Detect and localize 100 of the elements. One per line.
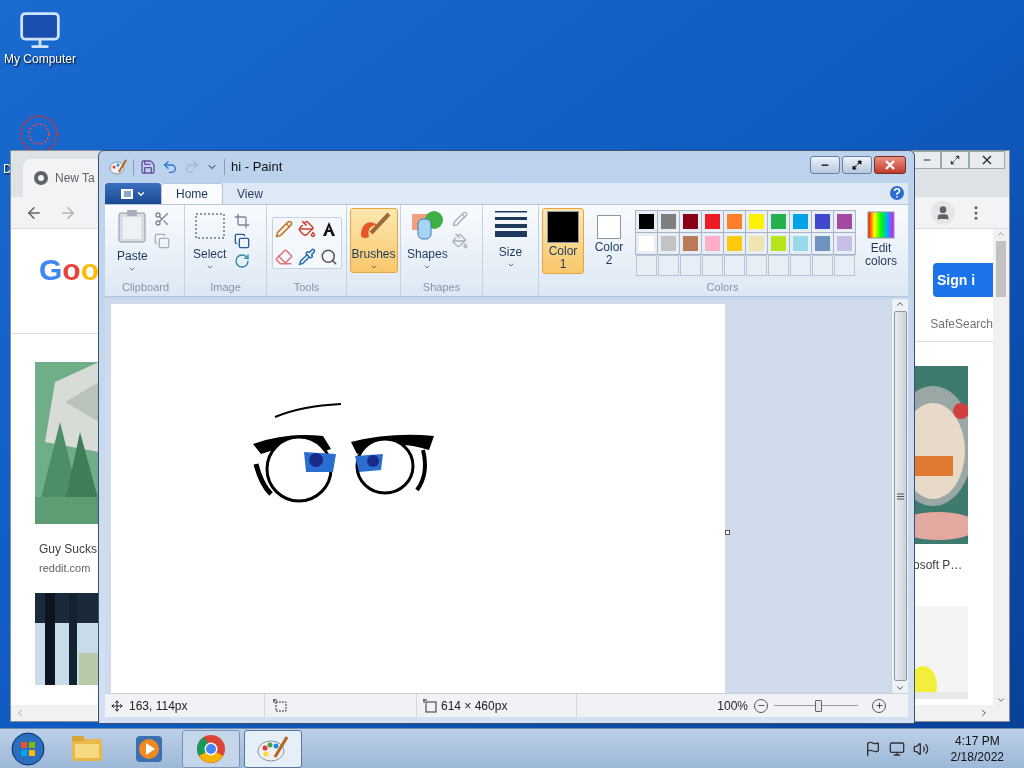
size-button[interactable]: Size xyxy=(494,205,527,269)
palette-swatch[interactable] xyxy=(702,211,723,232)
zoom-level: 100% xyxy=(717,697,748,715)
pencil-icon[interactable] xyxy=(275,220,293,238)
clock-time[interactable]: 4:17 PM xyxy=(954,732,1000,749)
paste-button[interactable]: Paste xyxy=(117,209,148,282)
rotate-icon[interactable] xyxy=(234,253,251,269)
fill-icon[interactable] xyxy=(451,233,468,249)
caret-icon xyxy=(369,263,378,271)
sign-in-button[interactable]: Sign i xyxy=(933,263,993,297)
close-button[interactable] xyxy=(874,156,906,174)
scroll-up-icon[interactable] xyxy=(996,229,1006,239)
palette-swatch[interactable] xyxy=(636,211,657,232)
group-label: Shapes xyxy=(421,282,462,295)
palette-icon xyxy=(257,734,289,763)
edit-colors-button[interactable]: Edit colors xyxy=(861,208,901,282)
palette-swatch[interactable] xyxy=(812,211,833,232)
close-icon xyxy=(885,160,895,170)
minimize-button[interactable] xyxy=(913,151,941,169)
canvas-size-icon xyxy=(423,698,437,713)
flag-icon[interactable] xyxy=(864,740,881,757)
horizontal-scrollbar[interactable] xyxy=(11,705,97,721)
grip-icon xyxy=(896,492,904,500)
caret-icon xyxy=(205,263,214,271)
caret-icon xyxy=(506,261,515,269)
browser-tab[interactable]: New Ta xyxy=(23,159,98,197)
zoom-slider-thumb[interactable] xyxy=(814,699,822,712)
profile-icon[interactable] xyxy=(931,200,955,225)
icon-label: My Computer xyxy=(4,52,76,67)
copy-icon[interactable] xyxy=(153,233,170,249)
scrollbar[interactable] xyxy=(891,299,908,693)
palette-swatch[interactable] xyxy=(746,211,767,232)
close-button[interactable] xyxy=(969,151,1005,169)
scroll-left-icon[interactable] xyxy=(15,708,25,718)
palette-swatch[interactable] xyxy=(746,233,767,254)
ribbon-tab[interactable]: View xyxy=(223,183,277,204)
result-title[interactable]: Guy Sucks xyxy=(39,540,99,558)
resize-handle[interactable] xyxy=(725,530,730,535)
palette-swatch[interactable] xyxy=(636,233,657,254)
palette-swatch[interactable] xyxy=(790,211,811,232)
fill-icon[interactable] xyxy=(297,220,316,238)
help-icon[interactable] xyxy=(890,186,904,200)
group-label: Image xyxy=(209,282,242,295)
plus-icon xyxy=(874,701,884,710)
palette-swatch[interactable] xyxy=(834,211,855,232)
palette-swatch[interactable] xyxy=(812,233,833,254)
scrollbar[interactable] xyxy=(993,229,1009,705)
cut-icon[interactable] xyxy=(153,211,170,227)
scroll-down-icon[interactable] xyxy=(895,683,905,693)
palette-swatch[interactable] xyxy=(768,233,789,254)
ribbon-tab[interactable]: Home xyxy=(161,183,223,204)
scroll-up-icon[interactable] xyxy=(895,299,905,309)
group-label: Colors xyxy=(705,282,740,295)
palette-swatch[interactable] xyxy=(658,233,679,254)
brushes-button[interactable]: Brushes xyxy=(349,208,398,273)
eraser-icon[interactable] xyxy=(275,248,293,266)
volume-icon[interactable] xyxy=(912,740,929,757)
undo-icon[interactable] xyxy=(162,159,178,175)
line-width-icon xyxy=(494,209,527,237)
scroll-right-icon[interactable] xyxy=(979,708,989,718)
folder-icon xyxy=(71,734,103,763)
group-label: Tools xyxy=(292,282,321,295)
palette-swatch[interactable] xyxy=(724,211,745,232)
save-icon[interactable] xyxy=(140,159,156,175)
maximize-button[interactable] xyxy=(842,156,872,174)
palette-swatch[interactable] xyxy=(658,211,679,232)
palette-icon[interactable] xyxy=(109,159,127,175)
clipboard-icon xyxy=(117,209,148,243)
start-button[interactable] xyxy=(8,730,48,767)
app-menu-button[interactable] xyxy=(105,183,161,204)
palette-swatch[interactable] xyxy=(680,211,701,232)
magnifier-icon[interactable] xyxy=(320,248,339,266)
color-slot-button[interactable]: Color 2 xyxy=(588,208,630,274)
shapes-button[interactable]: Shapes xyxy=(407,209,448,282)
safesearch-label[interactable]: SafeSearch xyxy=(930,315,993,333)
outline-icon[interactable] xyxy=(451,211,468,227)
color-picker-icon[interactable] xyxy=(297,248,316,266)
palette-swatch[interactable] xyxy=(834,233,855,254)
palette-swatch[interactable] xyxy=(724,233,745,254)
caret-icon xyxy=(423,263,432,271)
scroll-thumb[interactable] xyxy=(996,241,1006,297)
palette-swatch[interactable] xyxy=(768,211,789,232)
close-icon xyxy=(982,155,992,165)
palette-swatch[interactable] xyxy=(790,233,811,254)
minimize-button[interactable] xyxy=(810,156,840,174)
horizontal-scrollbar[interactable] xyxy=(915,705,1009,721)
taskbar-button[interactable] xyxy=(182,729,240,768)
taskbar-button[interactable] xyxy=(244,729,302,768)
maximize-button[interactable] xyxy=(941,151,969,169)
palette-swatch[interactable] xyxy=(702,233,723,254)
select-button[interactable]: Select xyxy=(193,213,227,282)
scroll-down-icon[interactable] xyxy=(996,695,1006,705)
shapes-icon xyxy=(411,209,444,241)
selection-icon xyxy=(194,213,225,239)
crop-icon[interactable] xyxy=(234,213,251,229)
zoom-slider[interactable] xyxy=(774,697,858,714)
palette-swatch[interactable] xyxy=(680,233,701,254)
color-slot-button[interactable]: Color 1 xyxy=(542,208,584,274)
clock-date[interactable]: 2/18/2022 xyxy=(950,748,1004,765)
result-source: reddit.com xyxy=(39,561,92,576)
